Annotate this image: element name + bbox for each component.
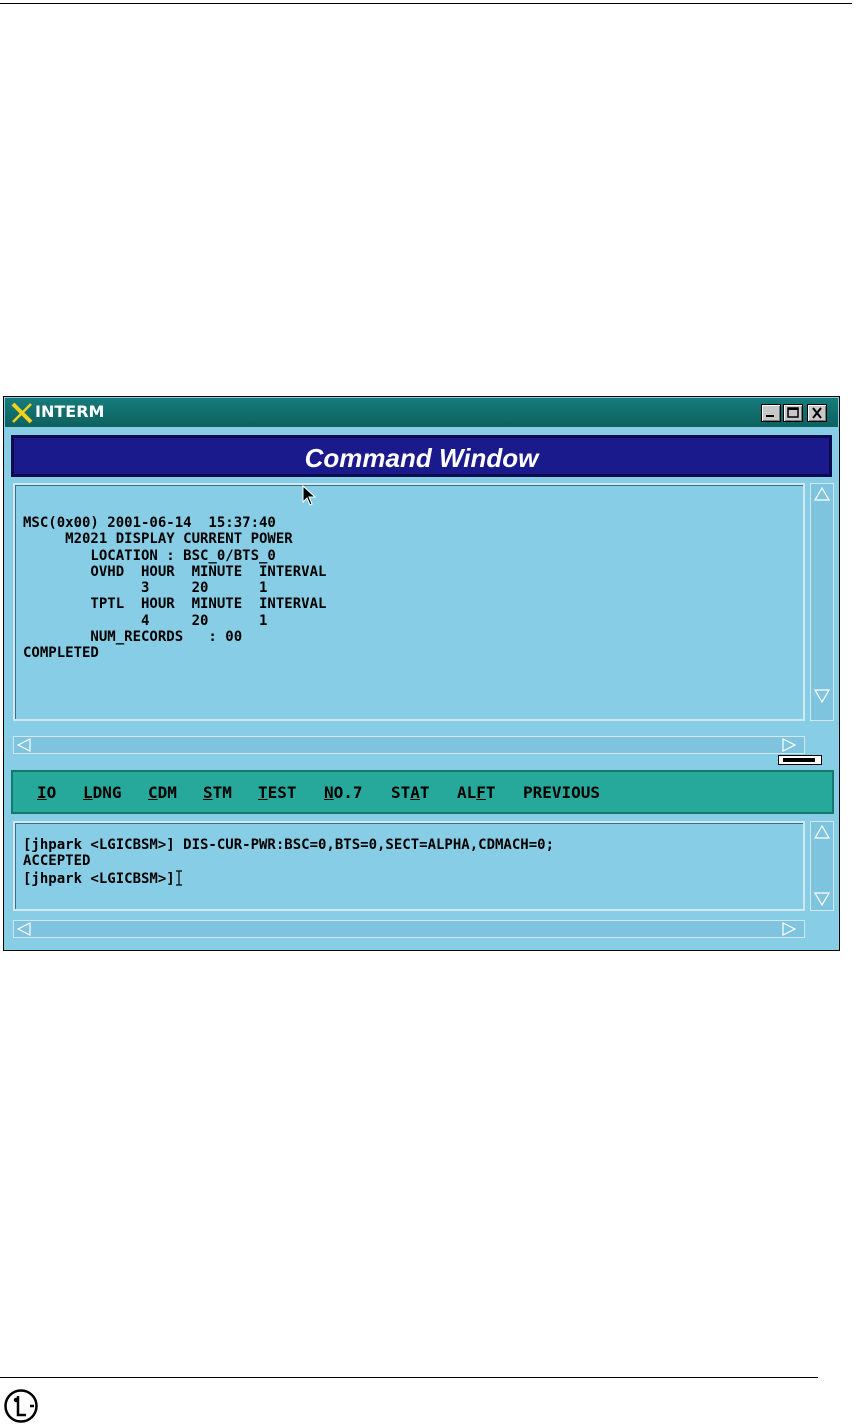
mouse-pointer-icon: [302, 485, 317, 506]
text-cursor-icon: [175, 869, 183, 887]
output-text: MSC(0x00) 2001-06-14 15:37:40 M2021 DISP…: [23, 515, 326, 662]
splitter-grip: [783, 758, 815, 762]
scroll-right-arrow-icon[interactable]: [782, 922, 796, 936]
page-top-rule: [0, 3, 852, 4]
menu-item-previous[interactable]: PREVIOUS: [523, 783, 600, 802]
minimize-button[interactable]: [761, 404, 781, 422]
output-line: TPTL HOUR MINUTE INTERVAL: [23, 596, 327, 613]
input-text[interactable]: [jhpark <LGICBSM>] DIS-CUR-PWR:BSC=0,BTS…: [23, 837, 554, 887]
menu-item-cdm[interactable]: CDM: [148, 783, 177, 802]
scroll-left-arrow-icon[interactable]: [17, 922, 31, 936]
output-line: COMPLETED: [23, 645, 99, 662]
header-title: Command Window: [304, 443, 539, 473]
output-panel[interactable]: MSC(0x00) 2001-06-14 15:37:40 M2021 DISP…: [13, 483, 805, 721]
input-vertical-scrollbar[interactable]: [810, 821, 834, 911]
menu-item-stat[interactable]: STAT: [391, 783, 430, 802]
x-logo-icon: [11, 402, 33, 424]
output-line: MSC(0x00) 2001-06-14 15:37:40: [23, 515, 276, 531]
maximize-button[interactable]: [783, 404, 803, 422]
scroll-up-arrow-icon[interactable]: [814, 487, 830, 501]
scroll-down-arrow-icon[interactable]: [814, 892, 830, 906]
command-window-header: Command Window: [11, 435, 832, 477]
menu-item-alft[interactable]: ALFT: [457, 783, 496, 802]
page-bottom-rule: [0, 1377, 818, 1378]
output-line: M2021 DISPLAY CURRENT POWER: [23, 531, 293, 548]
output-line: 3 20 1: [23, 580, 268, 597]
input-line: [jhpark <LGICBSM>] DIS-CUR-PWR:BSC=0,BTS…: [23, 837, 555, 853]
output-vertical-scrollbar[interactable]: [810, 483, 834, 721]
input-line: [jhpark <LGICBSM>]: [23, 870, 175, 887]
interm-window: INTERM Command Window MSC(0x00) 2001-06-…: [3, 396, 840, 951]
input-line: ACCEPTED: [23, 853, 91, 870]
output-line: LOCATION : BSC_0/BTS_0: [23, 547, 276, 564]
scroll-right-arrow-icon[interactable]: [782, 738, 796, 752]
scroll-up-arrow-icon[interactable]: [814, 825, 830, 839]
menu-item-test[interactable]: TEST: [258, 783, 297, 802]
output-horizontal-scrollbar[interactable]: [13, 736, 805, 754]
close-button[interactable]: [807, 404, 827, 422]
lg-logo-icon: [4, 1389, 38, 1423]
input-horizontal-scrollbar[interactable]: [13, 920, 805, 938]
menu-item-no7[interactable]: NO.7: [324, 783, 363, 802]
menu-item-io[interactable]: IO: [37, 783, 56, 802]
output-line: NUM_RECORDS : 00: [23, 629, 243, 646]
menu-item-stm[interactable]: STM: [203, 783, 232, 802]
command-menu-bar: IO LDNG CDM STM TEST NO.7 STAT ALFT PREV…: [11, 770, 834, 814]
menu-item-ldng[interactable]: LDNG: [83, 783, 122, 802]
input-panel[interactable]: [jhpark <LGICBSM>] DIS-CUR-PWR:BSC=0,BTS…: [13, 821, 805, 911]
pane-splitter[interactable]: [778, 755, 822, 765]
title-bar[interactable]: INTERM: [5, 398, 838, 427]
window-title: INTERM: [35, 402, 105, 421]
output-line: 4 20 1: [23, 612, 268, 629]
output-line: OVHD HOUR MINUTE INTERVAL: [23, 563, 327, 580]
scroll-down-arrow-icon[interactable]: [814, 689, 830, 703]
scroll-left-arrow-icon[interactable]: [17, 738, 31, 752]
